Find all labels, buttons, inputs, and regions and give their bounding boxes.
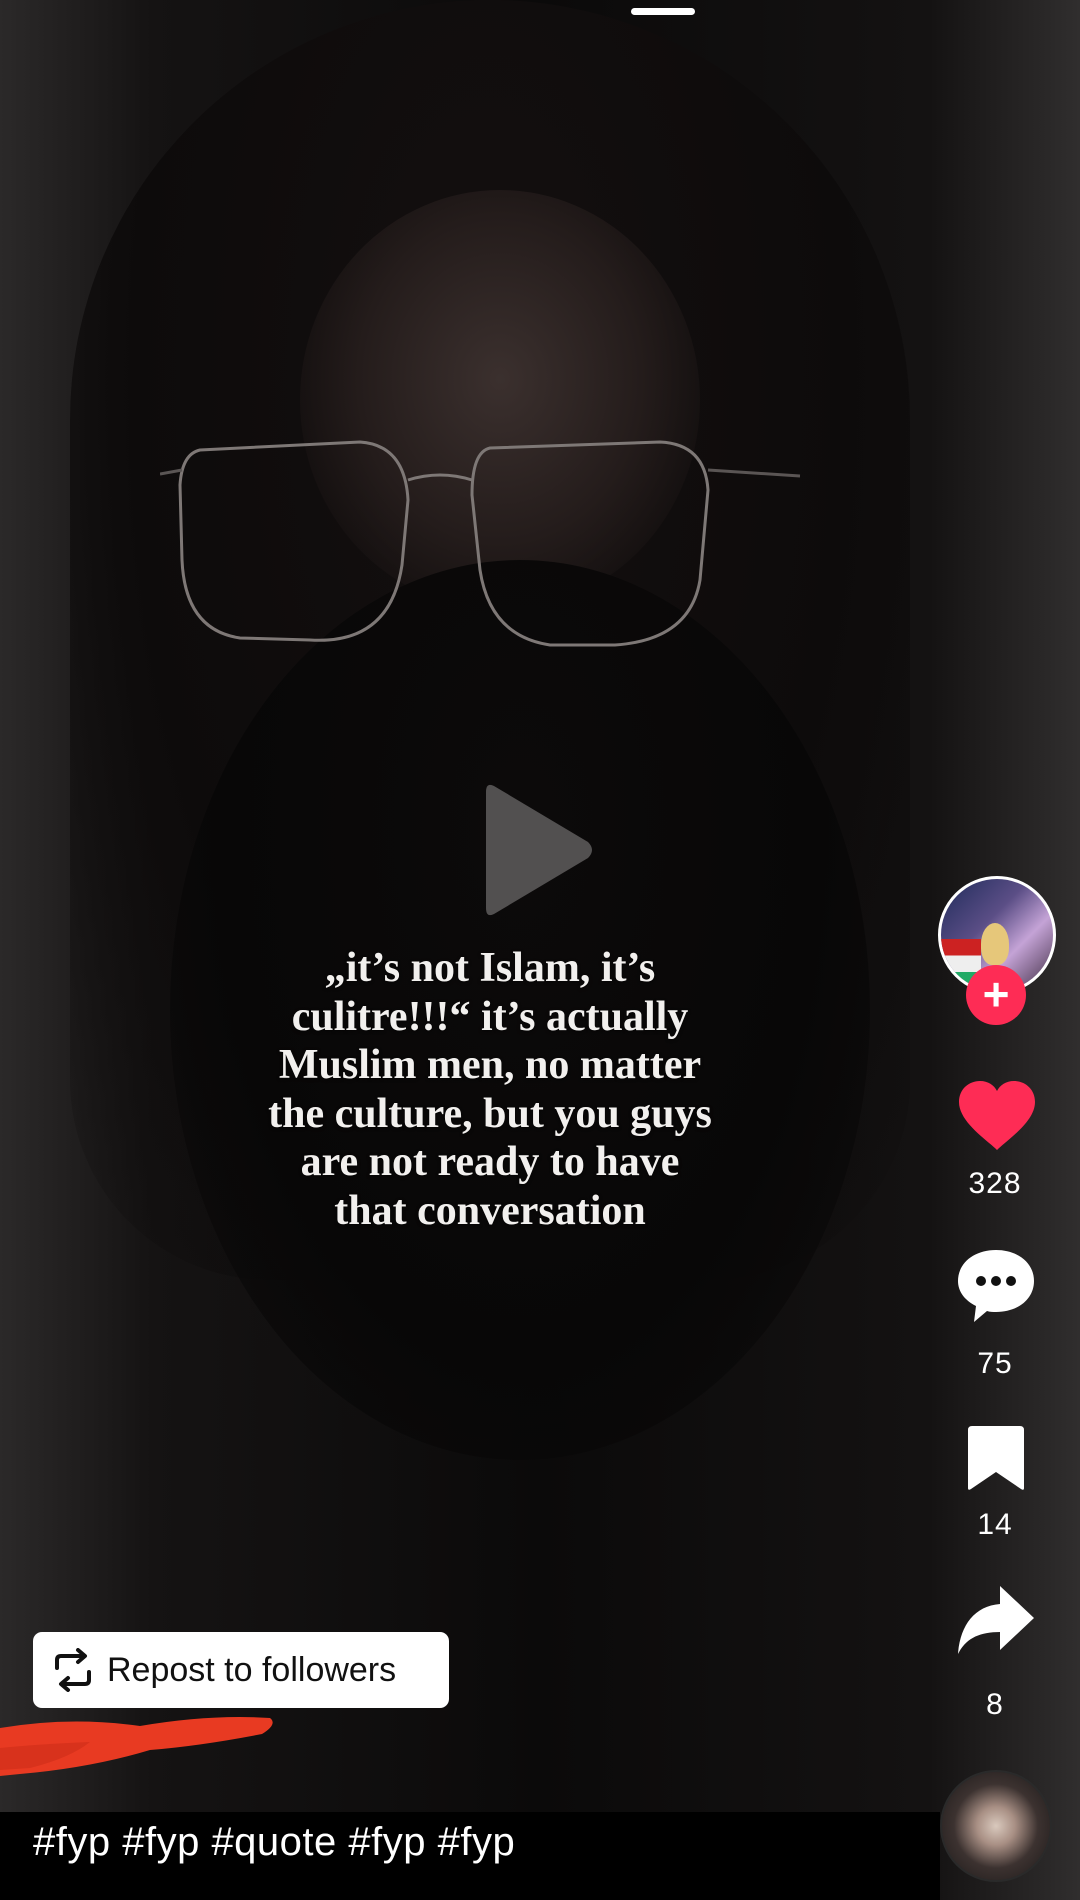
bookmark-icon[interactable] <box>966 1424 1026 1492</box>
repost-icon <box>55 1648 91 1692</box>
caption-line: „it’s not Islam, it’s <box>324 945 656 991</box>
heart-icon[interactable] <box>957 1080 1037 1152</box>
video-caption: „it’s not Islam, it’s culitre!!!“ it’s a… <box>200 944 780 1235</box>
caption-line: Muslim men, no matter <box>278 1042 702 1088</box>
follow-button[interactable]: + <box>966 965 1026 1025</box>
comment-count: 75 <box>977 1347 1013 1380</box>
repost-button[interactable]: Repost to followers <box>33 1632 449 1708</box>
caption-line: culitre!!!“ it’s actually <box>291 993 689 1040</box>
home-indicator[interactable] <box>631 8 695 15</box>
glasses-shape <box>160 440 801 647</box>
caption-line: are not ready to have <box>300 1139 680 1185</box>
share-icon[interactable] <box>956 1584 1036 1656</box>
music-disc[interactable] <box>940 1770 1052 1882</box>
avatar-duck-shape <box>981 923 1009 965</box>
redaction-mark <box>0 1717 273 1776</box>
play-icon[interactable] <box>480 780 595 920</box>
action-rail: + 328 75 14 8 <box>930 0 1060 1900</box>
plus-icon: + <box>982 968 1010 1020</box>
share-count: 8 <box>986 1688 1004 1721</box>
caption-line: that conversation <box>334 1187 646 1234</box>
repost-label: Repost to followers <box>107 1650 397 1689</box>
favorite-count: 14 <box>977 1508 1013 1541</box>
hashtags[interactable]: #fyp #fyp #quote #fyp #fyp <box>33 1820 515 1865</box>
caption-line: the culture, but you guys <box>268 1090 712 1137</box>
like-count: 328 <box>968 1167 1022 1200</box>
comment-icon[interactable] <box>956 1248 1036 1324</box>
